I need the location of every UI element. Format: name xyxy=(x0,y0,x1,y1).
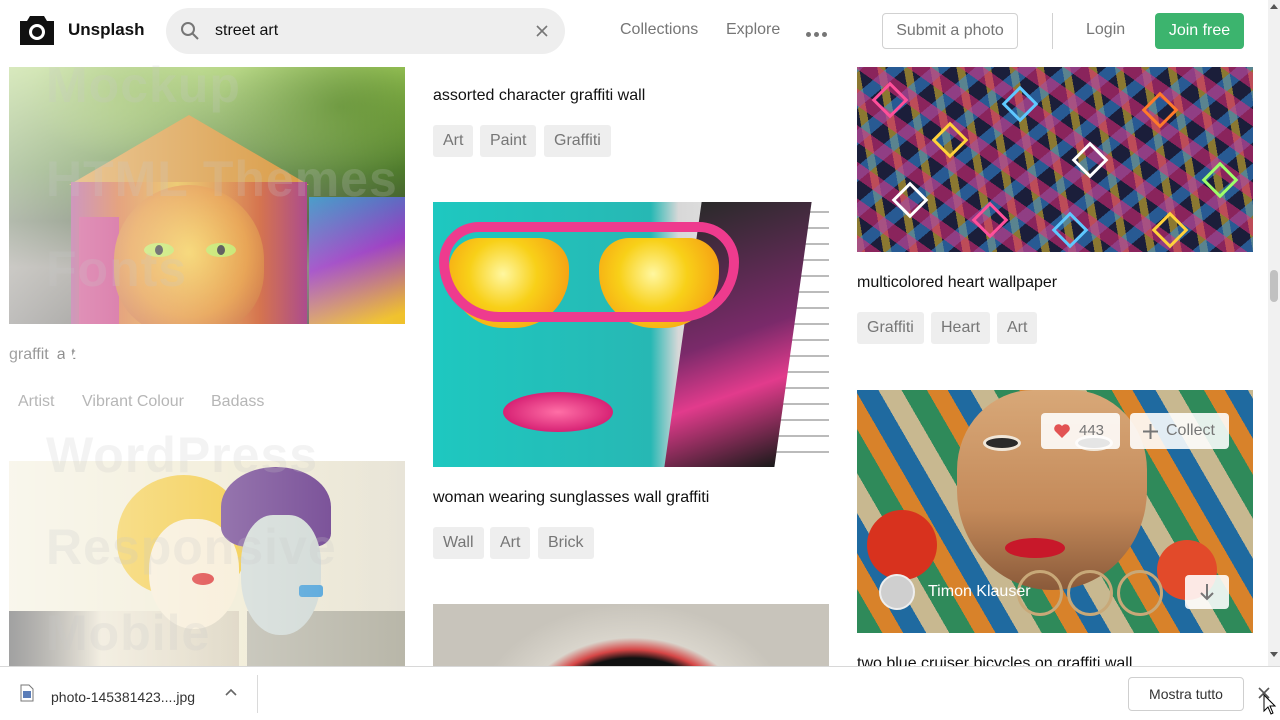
download-separator xyxy=(257,675,258,713)
brand-name[interactable]: Unsplash xyxy=(68,20,145,40)
watermark-word: Mobile xyxy=(46,605,211,661)
unsplash-search-page: Unsplash street art Collections Explore … xyxy=(0,0,1280,720)
more-menu-icon[interactable] xyxy=(806,24,830,38)
photo-heart-wall[interactable] xyxy=(857,67,1253,252)
tag-brick[interactable]: Brick xyxy=(538,527,594,559)
image-file-icon xyxy=(20,684,34,702)
photo-woman-sunglasses[interactable] xyxy=(433,202,829,467)
tag-graffiti[interactable]: Graffiti xyxy=(544,125,611,157)
tag-paint[interactable]: Paint xyxy=(480,125,537,157)
photo-caption: woman wearing sunglasses wall graffiti xyxy=(433,489,710,506)
author-avatar[interactable] xyxy=(879,574,915,610)
watermark-word: HTML Themes xyxy=(46,151,398,207)
search-icon xyxy=(181,22,199,40)
scroll-up-arrow-icon[interactable] xyxy=(1270,4,1278,9)
like-count: 443 xyxy=(1079,422,1105,439)
mouse-cursor-icon xyxy=(1263,694,1277,715)
tag-graffiti[interactable]: Graffiti xyxy=(857,312,924,344)
download-button[interactable] xyxy=(1185,575,1229,609)
watermark-word: Fonts xyxy=(46,241,188,297)
author-name[interactable]: Timon Klauser xyxy=(928,583,1031,601)
collect-label: Collect xyxy=(1166,422,1215,439)
scroll-thumb[interactable] xyxy=(1270,270,1278,302)
browser-download-bar: photo-145381423....jpg Mostra tutto xyxy=(0,666,1280,720)
nav-explore[interactable]: Explore xyxy=(726,21,780,39)
nav-collections[interactable]: Collections xyxy=(620,21,698,39)
submit-photo-button[interactable]: Submit a photo xyxy=(882,13,1018,49)
tag-vibrant-colour[interactable]: Vibrant Colour xyxy=(82,393,184,411)
header-divider xyxy=(1052,13,1053,49)
plus-icon xyxy=(1143,424,1158,439)
collect-button[interactable]: Collect xyxy=(1130,413,1229,449)
top-nav: Unsplash street art Collections Explore … xyxy=(0,0,1268,62)
tag-art[interactable]: Art xyxy=(433,125,474,157)
like-button[interactable]: 443 xyxy=(1041,413,1120,449)
download-filename[interactable]: photo-145381423....jpg xyxy=(51,689,195,705)
tag-heart[interactable]: Heart xyxy=(931,312,991,344)
page-scrollbar[interactable] xyxy=(1268,0,1280,666)
tag-art[interactable]: Art xyxy=(997,312,1038,344)
chevron-up-icon[interactable] xyxy=(224,687,238,697)
clear-search-icon[interactable] xyxy=(531,20,553,42)
tag-artist[interactable]: Artist xyxy=(18,393,54,411)
overlay-title: Immagini xyxy=(46,331,284,391)
tag-wall[interactable]: Wall xyxy=(433,527,484,559)
tag-art[interactable]: Art xyxy=(490,527,531,559)
join-free-button[interactable]: Join free xyxy=(1155,13,1244,49)
search-bar[interactable]: street art xyxy=(166,8,565,54)
search-input[interactable]: street art xyxy=(215,22,278,40)
login-link[interactable]: Login xyxy=(1086,21,1125,39)
watermark-word: WordPress xyxy=(46,427,319,483)
heart-icon xyxy=(1054,424,1070,438)
photo-caption: assorted character graffiti wall xyxy=(433,87,646,104)
download-arrow-icon xyxy=(1200,584,1214,601)
show-all-button[interactable]: Mostra tutto xyxy=(1128,677,1244,711)
photo-dark-arch[interactable] xyxy=(433,604,829,666)
scroll-down-arrow-icon[interactable] xyxy=(1270,652,1278,657)
watermark-word: Mockup xyxy=(46,57,241,113)
watermark-word: Responsive xyxy=(46,519,337,575)
camera-logo-icon[interactable] xyxy=(18,13,56,47)
tag-badass[interactable]: Badass xyxy=(211,393,264,411)
photo-caption: multicolored heart wallpaper xyxy=(857,274,1058,291)
